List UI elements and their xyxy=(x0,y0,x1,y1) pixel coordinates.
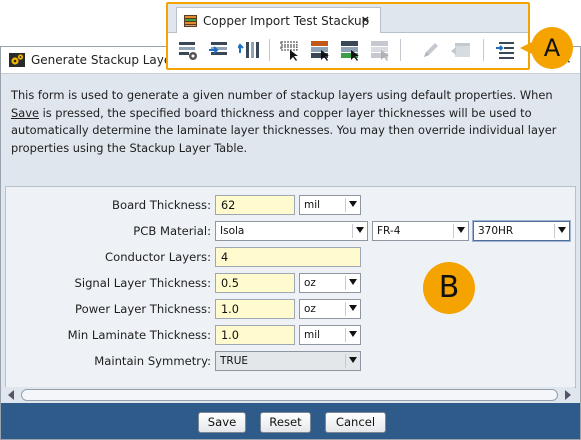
edit-pencil-icon xyxy=(420,39,442,61)
board-thickness-unit-select[interactable]: mil xyxy=(299,195,361,215)
tab-strip: Copper Import Test Stackup × xyxy=(168,4,528,33)
pcb-material-type-value: FR-4 xyxy=(377,225,401,237)
description-text: This form is used to generate a given nu… xyxy=(11,87,568,157)
stackup-toolbar-window: Copper Import Test Stackup × xyxy=(166,2,530,70)
chevron-down-icon xyxy=(558,227,566,233)
export-layers-icon[interactable] xyxy=(238,39,260,61)
description-text-start: This form is used to generate a given nu… xyxy=(11,88,553,102)
dialog-title: Generate Stackup Layers xyxy=(31,53,183,67)
tab-label: Copper Import Test Stackup xyxy=(203,14,370,28)
board-thickness-input[interactable]: 62 xyxy=(215,195,295,215)
chevron-down-icon xyxy=(349,331,357,337)
cancel-button[interactable]: Cancel xyxy=(325,412,386,433)
insert-layer-below-icon[interactable] xyxy=(339,39,361,61)
layer-properties-icon xyxy=(450,39,472,61)
conductor-layers-label: Conductor Layers: xyxy=(105,250,211,264)
board-thickness-unit-value: mil xyxy=(304,199,321,211)
generate-stackup-dialog: Generate Stackup Layers ✕ This form is u… xyxy=(0,46,581,440)
gears-icon xyxy=(9,53,25,67)
stackup-icon xyxy=(184,15,197,27)
toolbar-separator xyxy=(400,39,401,61)
scrollbar-thumb[interactable] xyxy=(21,389,558,401)
import-layers-icon[interactable] xyxy=(208,39,230,61)
select-layers-icon[interactable] xyxy=(279,39,301,61)
description-panel: This form is used to generate a given nu… xyxy=(1,74,580,185)
power-layer-unit-select[interactable]: oz xyxy=(299,299,361,319)
signal-layer-thickness-label: Signal Layer Thickness: xyxy=(74,276,211,290)
signal-layer-thickness-input[interactable]: 0.5 xyxy=(215,273,295,293)
power-layer-thickness-label: Power Layer Thickness: xyxy=(75,302,211,316)
chevron-down-icon xyxy=(349,279,357,285)
callout-b: B xyxy=(423,262,475,314)
tab-copper-import-test-stackup[interactable]: Copper Import Test Stackup × xyxy=(176,7,381,33)
generate-stackup-icon[interactable] xyxy=(495,39,517,61)
scroll-right-icon[interactable] xyxy=(565,390,571,400)
callout-a: A xyxy=(531,27,573,69)
stackup-settings-icon[interactable] xyxy=(177,39,199,61)
pcb-material-type-select[interactable]: FR-4 xyxy=(372,221,469,241)
min-laminate-thickness-label: Min Laminate Thickness: xyxy=(67,328,211,342)
power-layer-unit-value: oz xyxy=(304,303,316,315)
chevron-down-icon xyxy=(349,357,357,363)
dialog-button-bar: Save Reset Cancel xyxy=(1,403,580,439)
pcb-material-grade-select[interactable]: 370HR xyxy=(473,221,570,241)
pcb-material-grade-value: 370HR xyxy=(478,225,514,237)
toolbar-row xyxy=(168,33,528,66)
maintain-symmetry-label: Maintain Symmetry: xyxy=(94,354,211,368)
board-thickness-label: Board Thickness: xyxy=(112,198,211,212)
min-laminate-unit-select[interactable]: mil xyxy=(299,325,361,345)
maintain-symmetry-value: TRUE xyxy=(220,355,249,367)
maintain-symmetry-select[interactable]: TRUE xyxy=(215,351,361,371)
insert-layer-above-icon[interactable] xyxy=(309,39,331,61)
toolbar-separator xyxy=(483,39,484,61)
chevron-down-icon xyxy=(356,227,364,233)
stackup-form: Board Thickness: 62 mil PCB Material: Is… xyxy=(5,186,576,388)
signal-layer-unit-value: oz xyxy=(304,277,316,289)
description-save-link: Save xyxy=(11,105,39,120)
signal-layer-unit-select[interactable]: oz xyxy=(299,273,361,293)
conductor-layers-input[interactable]: 4 xyxy=(215,247,361,267)
chevron-down-icon xyxy=(349,201,357,207)
power-layer-thickness-input[interactable]: 1.0 xyxy=(215,299,295,319)
pcb-material-label: PCB Material: xyxy=(133,224,211,238)
pcb-material-manufacturer-value: Isola xyxy=(220,225,245,237)
min-laminate-unit-value: mil xyxy=(304,329,321,341)
delete-layer-icon xyxy=(369,39,391,61)
chevron-down-icon xyxy=(457,227,465,233)
description-text-end: is pressed, the specified board thicknes… xyxy=(11,105,557,155)
horizontal-scrollbar[interactable] xyxy=(5,387,574,403)
tab-close-icon[interactable]: × xyxy=(361,13,370,26)
pcb-material-manufacturer-select[interactable]: Isola xyxy=(215,221,368,241)
chevron-down-icon xyxy=(349,305,357,311)
scroll-left-icon[interactable] xyxy=(8,390,14,400)
reset-button[interactable]: Reset xyxy=(260,412,311,433)
save-button[interactable]: Save xyxy=(198,412,246,433)
min-laminate-thickness-input[interactable]: 1.0 xyxy=(215,325,295,345)
toolbar-separator xyxy=(269,39,270,61)
